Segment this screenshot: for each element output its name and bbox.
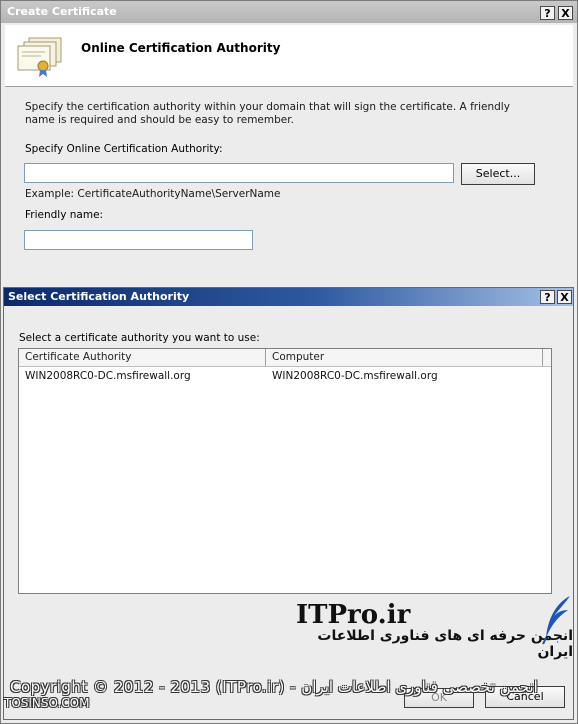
friendly-name-input[interactable] [24, 230, 253, 250]
list-item[interactable]: WIN2008RC0-DC.msfirewall.org WIN2008RC0-… [19, 367, 551, 383]
watermark-subtitle: انجمن حرفه ای های فناوری اطلاعات ایران [317, 628, 573, 660]
window-title: Create Certificate [7, 5, 117, 18]
ca-field-label: Specify Online Certification Authority: [25, 143, 223, 155]
window-titlebar: Create Certificate ? X [1, 1, 577, 23]
watermark-copyright: Copyright © 2012 - 2013 (ITPro.ir) - انج… [10, 678, 538, 696]
help-button[interactable]: ? [540, 6, 555, 20]
ca-input[interactable] [24, 163, 454, 183]
column-header-certificate-authority[interactable]: Certificate Authority [19, 349, 266, 366]
wizard-header: Online Certification Authority [5, 25, 573, 87]
watermark-brand: ITPro.ir [296, 600, 411, 630]
certificate-icon [17, 37, 62, 77]
dialog-title: Select Certification Authority [8, 290, 190, 303]
ca-select-prompt: Select a certificate authority you want … [19, 332, 260, 344]
wizard-description: Specify the certification authority with… [25, 101, 510, 126]
column-header-computer[interactable]: Computer [266, 349, 543, 366]
ca-list[interactable]: Certificate Authority Computer WIN2008RC… [18, 348, 552, 594]
close-button[interactable]: X [558, 6, 573, 20]
dialog-help-button[interactable]: ? [540, 290, 555, 304]
dialog-close-button[interactable]: X [557, 290, 572, 304]
watermark-site: TOSINSO.COM [4, 696, 90, 710]
ca-example-text: Example: CertificateAuthorityName\Server… [25, 188, 281, 200]
list-cell-computer: WIN2008RC0-DC.msfirewall.org [272, 370, 438, 382]
feather-logo-icon [542, 596, 570, 645]
wizard-page-title: Online Certification Authority [81, 41, 281, 55]
dialog-titlebar: Select Certification Authority ? X [4, 288, 573, 306]
select-ca-dialog: Select Certification Authority ? X Selec… [3, 287, 574, 720]
list-header: Certificate Authority Computer [19, 349, 551, 367]
friendly-name-label: Friendly name: [25, 209, 104, 221]
select-button[interactable]: Select... [461, 163, 535, 185]
list-cell-ca: WIN2008RC0-DC.msfirewall.org [25, 370, 191, 382]
